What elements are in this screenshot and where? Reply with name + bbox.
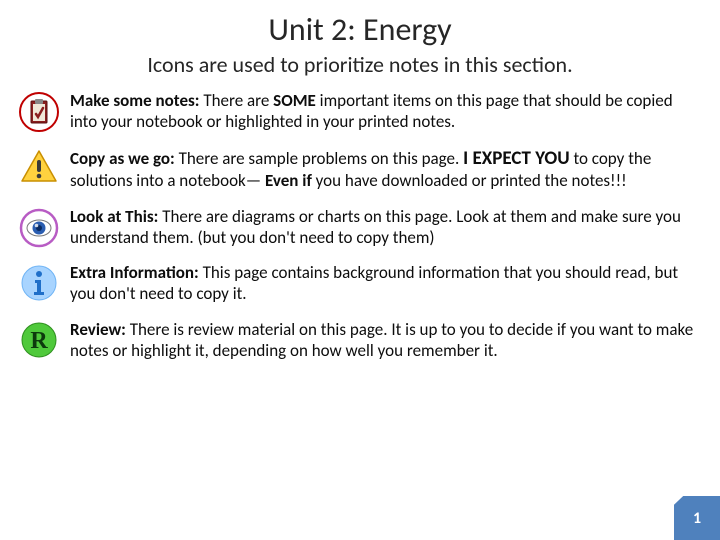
item-make-notes: Make some notes: There are SOME importan…: [8, 90, 700, 133]
item-label: Review:: [70, 319, 126, 340]
slide-header: Unit 2: Energy Icons are used to priorit…: [0, 0, 720, 78]
item-review: R Review: There is review material on th…: [8, 319, 700, 362]
page-subtitle: Icons are used to prioritize notes in th…: [0, 51, 720, 78]
item-text: Copy as we go: There are sample problems…: [70, 147, 700, 192]
item-label: Extra Information:: [70, 262, 199, 283]
info-icon: [8, 262, 70, 302]
item-text: Extra Information: This page contains ba…: [70, 262, 700, 305]
item-label: Look at This:: [70, 206, 158, 227]
item-text: Look at This: There are diagrams or char…: [70, 206, 700, 249]
item-label: Copy as we go:: [70, 148, 175, 169]
item-text: Review: There is review material on this…: [70, 319, 700, 362]
clipboard-icon: [8, 90, 70, 132]
item-copy-as-we-go: Copy as we go: There are sample problems…: [8, 147, 700, 192]
eye-icon: [8, 206, 70, 248]
svg-text:R: R: [30, 328, 48, 354]
page-title: Unit 2: Energy: [0, 10, 720, 49]
page-number-badge: 1: [674, 496, 720, 540]
warning-icon: [8, 147, 70, 185]
item-text: Make some notes: There are SOME importan…: [70, 90, 700, 133]
item-look-at-this: Look at This: There are diagrams or char…: [8, 206, 700, 249]
item-extra-info: Extra Information: This page contains ba…: [8, 262, 700, 305]
item-label: Make some notes:: [70, 90, 199, 111]
content-area: Make some notes: There are SOME importan…: [0, 78, 720, 361]
review-icon: R: [8, 319, 70, 359]
